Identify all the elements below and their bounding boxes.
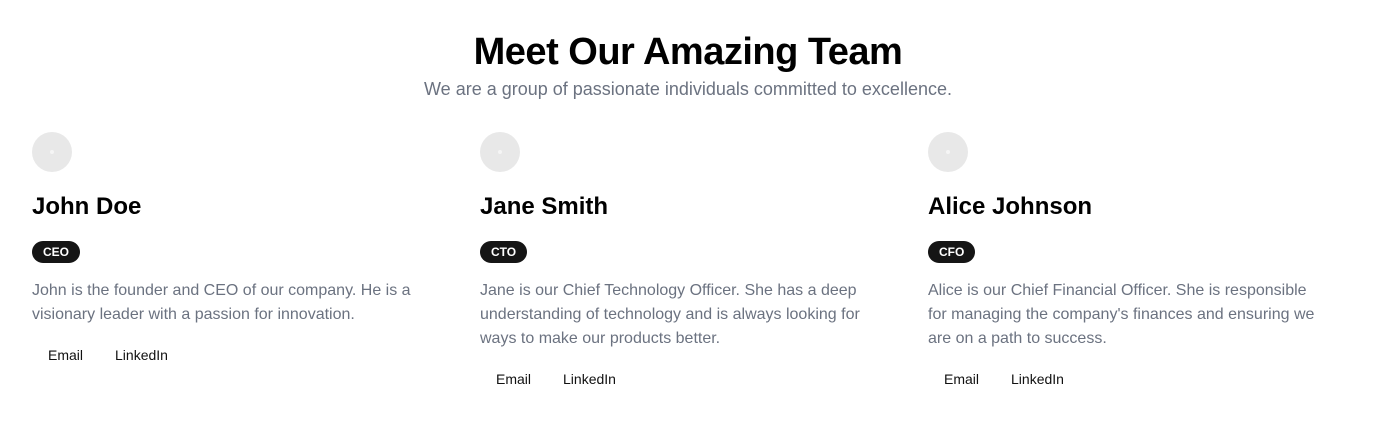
member-bio: Jane is our Chief Technology Officer. Sh… xyxy=(480,282,860,347)
role-badge: CFO xyxy=(928,241,976,263)
email-button[interactable]: Email xyxy=(480,365,547,393)
team-card-jane-smith: Jane Smith CTO Jane is our Chief Technol… xyxy=(480,132,928,393)
avatar xyxy=(32,132,72,172)
contact-links: Email LinkedIn xyxy=(32,341,464,369)
email-button[interactable]: Email xyxy=(32,341,99,369)
team-page: Meet Our Amazing Team We are a group of … xyxy=(0,0,1376,434)
linkedin-button[interactable]: LinkedIn xyxy=(995,365,1080,393)
role-badge: CEO xyxy=(32,241,81,263)
avatar-placeholder-icon xyxy=(498,150,502,154)
member-bio: Alice is our Chief Financial Officer. Sh… xyxy=(928,282,1315,347)
avatar xyxy=(480,132,520,172)
member-name: Jane Smith xyxy=(480,193,609,220)
page-title: Meet Our Amazing Team xyxy=(473,31,903,73)
linkedin-button[interactable]: LinkedIn xyxy=(547,365,632,393)
email-button[interactable]: Email xyxy=(928,365,995,393)
avatar-placeholder-icon xyxy=(50,150,54,154)
contact-links: Email LinkedIn xyxy=(928,365,1328,393)
member-name: John Doe xyxy=(32,193,142,220)
linkedin-button[interactable]: LinkedIn xyxy=(99,341,184,369)
team-card-alice-johnson: Alice Johnson CFO Alice is our Chief Fin… xyxy=(928,132,1344,393)
avatar xyxy=(928,132,968,172)
avatar-placeholder-icon xyxy=(946,150,950,154)
member-bio: John is the founder and CEO of our compa… xyxy=(32,282,411,323)
role-badge: CTO xyxy=(480,241,528,263)
page-subtitle: We are a group of passionate individuals… xyxy=(424,79,952,99)
team-header: Meet Our Amazing Team We are a group of … xyxy=(0,30,1376,101)
team-card-john-doe: John Doe CEO John is the founder and CEO… xyxy=(32,132,480,393)
member-name: Alice Johnson xyxy=(928,193,1093,220)
team-grid: John Doe CEO John is the founder and CEO… xyxy=(32,132,1344,393)
contact-links: Email LinkedIn xyxy=(480,365,912,393)
